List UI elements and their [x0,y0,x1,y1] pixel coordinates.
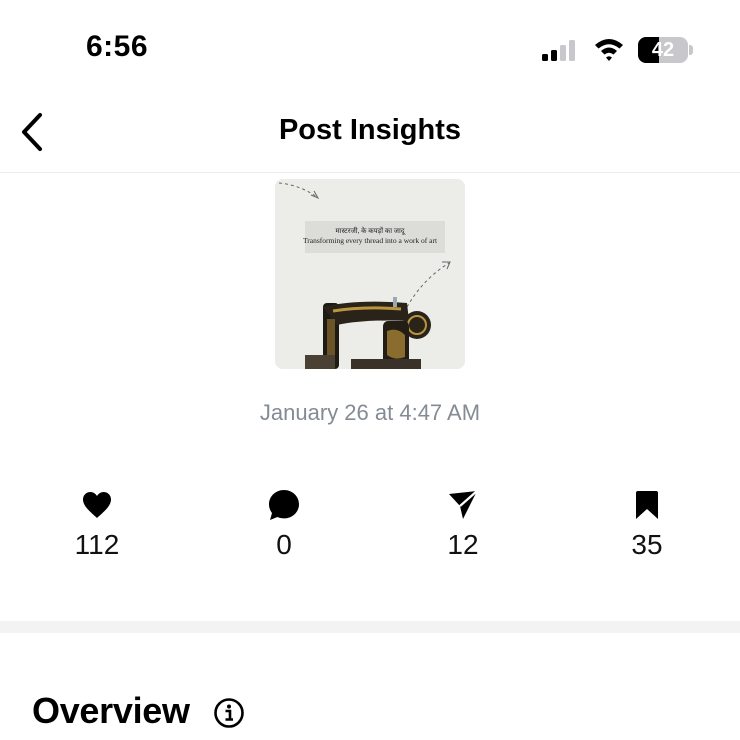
shares-metric: 12 [403,488,523,561]
shares-count: 12 [447,529,479,560]
post-thumbnail[interactable]: मास्टरजी, के कपड़ों का जादू Transforming… [275,179,465,369]
comment-icon [267,488,301,522]
battery-icon: 42 [638,37,693,63]
info-icon[interactable] [213,697,245,729]
likes-count: 112 [74,529,120,560]
status-time: 6:56 [86,30,149,63]
saves-metric: 35 [587,488,707,561]
battery-level: 42 [651,39,675,61]
post-date: January 26 at 4:47 AM [259,400,481,425]
thumbnail-caption-english: Transforming every thread into a work of… [302,236,438,245]
share-icon [446,488,480,522]
cellular-signal-icon [542,40,575,61]
thumbnail-caption-hindi: मास्टरजी, के कपड़ों का जादू [335,227,405,235]
nav-divider [0,172,740,173]
section-divider [0,621,740,633]
comments-metric: 0 [224,488,344,561]
bookmark-icon [630,488,664,522]
sewing-machine-image [275,179,465,369]
page-title: Post Insights [278,114,462,146]
overview-heading: Overview [32,690,190,731]
heart-icon [80,488,114,522]
likes-metric: 112 [37,488,157,561]
comments-count: 0 [276,529,292,560]
wifi-icon [595,39,623,61]
saves-count: 35 [631,529,663,560]
